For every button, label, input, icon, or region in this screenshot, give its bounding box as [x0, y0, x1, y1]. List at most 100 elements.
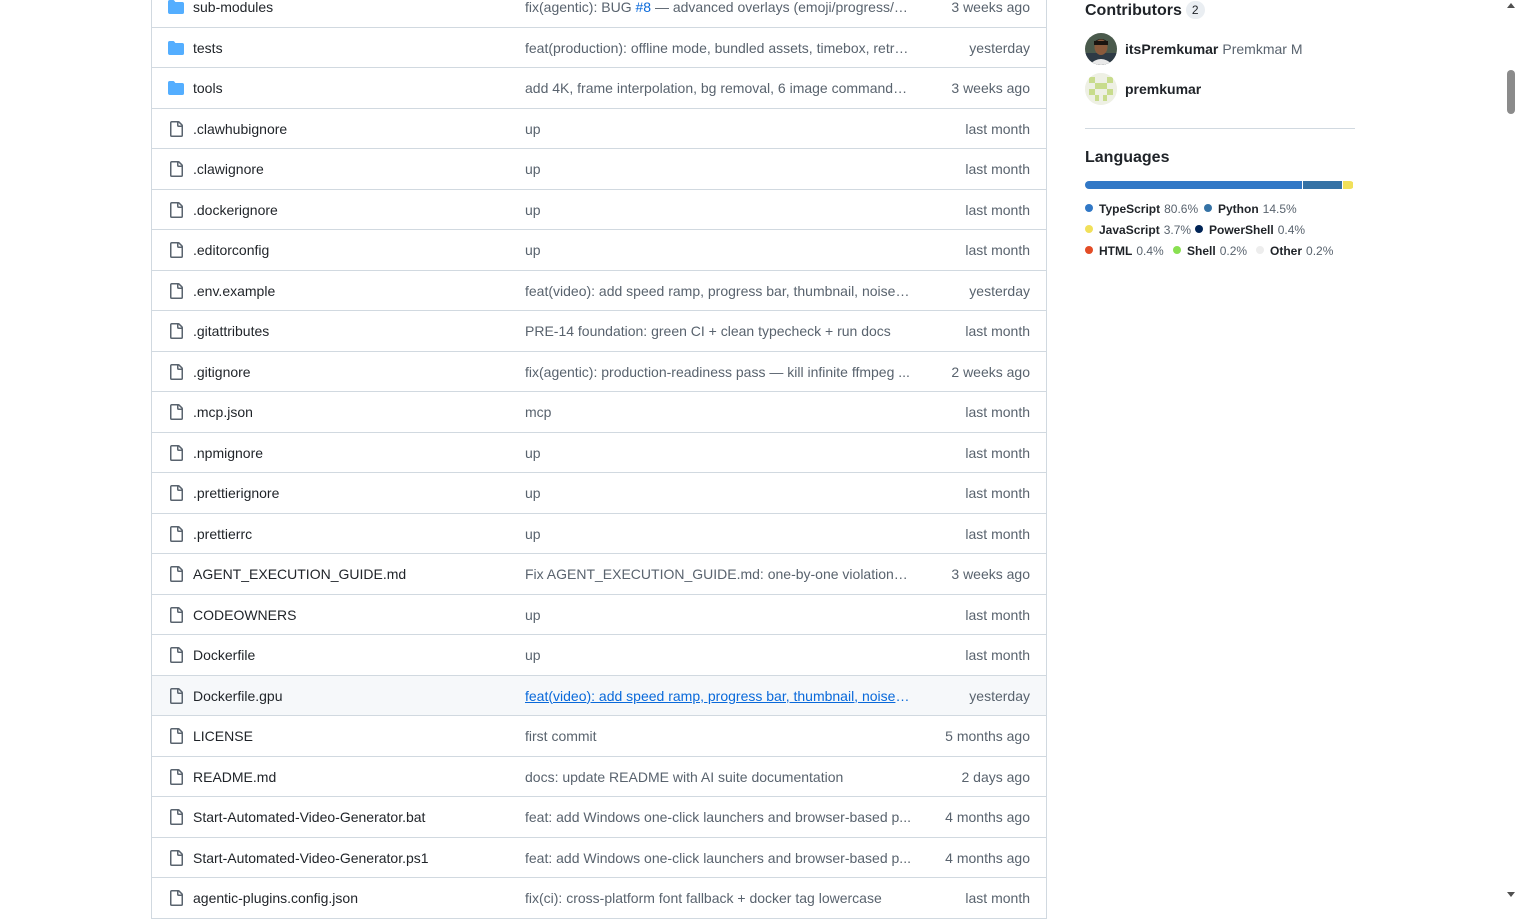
folder-name-link[interactable]: tests — [193, 40, 223, 56]
file-name-link[interactable]: .env.example — [193, 283, 275, 299]
table-row[interactable]: .clawhubignoreuplast month — [152, 109, 1046, 150]
file-name-link[interactable]: Start-Automated-Video-Generator.bat — [193, 809, 425, 825]
folder-icon — [168, 0, 184, 15]
table-row[interactable]: .prettierrcuplast month — [152, 514, 1046, 555]
language-item-shell[interactable]: Shell0.2% — [1173, 243, 1247, 259]
file-name-link[interactable]: .clawhubignore — [193, 121, 287, 137]
file-icon — [168, 323, 184, 339]
commit-message-link[interactable]: feat(video): add speed ramp, progress ba… — [525, 688, 911, 704]
language-bar-segment-typescript[interactable] — [1085, 181, 1302, 189]
commit-date: last month — [965, 404, 1030, 420]
file-icon — [168, 769, 184, 785]
commit-message-link[interactable]: up — [525, 485, 911, 501]
commit-message-link[interactable]: PRE-14 foundation: green CI + clean type… — [525, 323, 911, 339]
language-bar-segment-javascript[interactable] — [1343, 181, 1353, 189]
commit-message-link[interactable]: up — [525, 121, 911, 137]
file-name-link[interactable]: .clawignore — [193, 161, 264, 177]
scroll-thumb[interactable] — [1507, 70, 1515, 114]
scroll-down-arrow-icon[interactable] — [1507, 892, 1515, 897]
commit-message-link[interactable]: first commit — [525, 728, 911, 744]
table-row[interactable]: Dockerfile.gpu feat(video): add speed ram… — [152, 676, 1046, 717]
table-row[interactable]: LICENSEfirst commit5 months ago — [152, 716, 1046, 757]
contributors-heading[interactable]: Contributors2 — [1085, 1, 1205, 20]
commit-message-link[interactable]: up — [525, 242, 911, 258]
file-name-link[interactable]: .npmignore — [193, 445, 263, 461]
table-row[interactable]: .env.example feat(video): add speed ramp,… — [152, 271, 1046, 312]
file-name-link[interactable]: README.md — [193, 769, 276, 785]
contributor-login: premkumar — [1125, 81, 1201, 97]
language-item-other[interactable]: Other0.2% — [1256, 243, 1333, 259]
file-name-link[interactable]: .gitignore — [193, 364, 251, 380]
commit-message-link[interactable]: feat: add Windows one-click launchers an… — [525, 850, 911, 866]
language-item-python[interactable]: Python14.5% — [1204, 201, 1297, 217]
commit-message-link[interactable]: feat(video): add speed ramp, progress ba… — [525, 283, 911, 299]
commit-message-link[interactable]: fix(agentic): production-readiness pass … — [525, 364, 911, 380]
vertical-scrollbar[interactable] — [1503, 0, 1519, 902]
file-name-link[interactable]: .gitattributes — [193, 323, 269, 339]
issue-link[interactable]: #8 — [635, 0, 651, 15]
table-row[interactable]: README.md docs: update README with AI sui… — [152, 757, 1046, 798]
language-item-html[interactable]: HTML0.4% — [1085, 243, 1164, 259]
file-icon — [168, 728, 184, 744]
file-name-link[interactable]: .editorconfig — [193, 242, 269, 258]
commit-message-link[interactable]: up — [525, 647, 911, 663]
commit-message-link[interactable]: up — [525, 526, 911, 542]
table-row[interactable]: .dockerignoreuplast month — [152, 190, 1046, 231]
table-row[interactable]: .npmignoreuplast month — [152, 433, 1046, 474]
avatar[interactable] — [1085, 73, 1117, 105]
commit-message-link[interactable]: up — [525, 445, 911, 461]
table-row[interactable]: Dockerfileuplast month — [152, 635, 1046, 676]
commit-message-link[interactable]: mcp — [525, 404, 911, 420]
commit-message-link[interactable]: up — [525, 607, 911, 623]
file-icon — [168, 607, 184, 623]
file-name-link[interactable]: Start-Automated-Video-Generator.ps1 — [193, 850, 429, 866]
table-row[interactable]: sub-modules fix(agentic): BUG #8 — advanc… — [152, 0, 1046, 28]
commit-message-link[interactable]: feat(production): offline mode, bundled … — [525, 40, 911, 56]
file-name-link[interactable]: CODEOWNERS — [193, 607, 296, 623]
table-row[interactable]: .mcp.json mcp last month — [152, 392, 1046, 433]
table-row[interactable]: .gitattributes PRE-14 foundation: green C… — [152, 311, 1046, 352]
file-icon — [168, 161, 184, 177]
avatar[interactable] — [1085, 33, 1117, 65]
language-item-typescript[interactable]: TypeScript80.6% — [1085, 201, 1198, 217]
commit-message-link[interactable]: feat: add Windows one-click launchers an… — [525, 809, 911, 825]
file-name-link[interactable]: Dockerfile.gpu — [193, 688, 283, 704]
commit-date: 3 weeks ago — [951, 80, 1030, 96]
table-row[interactable]: .gitignore fix(agentic): production-readi… — [152, 352, 1046, 393]
table-row[interactable]: .clawignoreuplast month — [152, 149, 1046, 190]
file-name-link[interactable]: .dockerignore — [193, 202, 278, 218]
language-bar-segment-python[interactable] — [1303, 181, 1342, 189]
commit-date: 2 weeks ago — [951, 364, 1030, 380]
file-name-link[interactable]: AGENT_EXECUTION_GUIDE.md — [193, 566, 406, 582]
table-row[interactable]: agentic-plugins.config.json fix(ci): cros… — [152, 878, 1046, 919]
file-icon — [168, 283, 184, 299]
table-row[interactable]: CODEOWNERS up last month — [152, 595, 1046, 636]
commit-date: last month — [965, 607, 1030, 623]
commit-message-link[interactable]: up — [525, 202, 911, 218]
table-row[interactable]: .prettierignoreuplast month — [152, 473, 1046, 514]
file-name-link[interactable]: agentic-plugins.config.json — [193, 890, 358, 906]
table-row[interactable]: tools add 4K, frame interpolation, bg rem… — [152, 68, 1046, 109]
folder-name-link[interactable]: tools — [193, 80, 223, 96]
commit-message-link[interactable]: fix(ci): cross-platform font fallback + … — [525, 890, 911, 906]
file-name-link[interactable]: Dockerfile — [193, 647, 255, 663]
language-item-javascript[interactable]: JavaScript3.7% — [1085, 222, 1191, 238]
commit-message-link[interactable]: up — [525, 161, 911, 177]
file-name-link[interactable]: LICENSE — [193, 728, 253, 744]
table-row[interactable]: Start-Automated-Video-Generator.bat feat:… — [152, 797, 1046, 838]
scroll-up-arrow-icon[interactable] — [1507, 3, 1515, 8]
folder-name-link[interactable]: sub-modules — [193, 0, 273, 15]
commit-message-link[interactable]: add 4K, frame interpolation, bg removal,… — [525, 80, 911, 96]
commit-message-link[interactable]: fix(agentic): BUG #8 — advanced overlays… — [525, 0, 911, 15]
table-row[interactable]: .editorconfiguplast month — [152, 230, 1046, 271]
commit-message-link[interactable]: docs: update README with AI suite docume… — [525, 769, 911, 785]
table-row[interactable]: tests feat(production): offline mode, bun… — [152, 28, 1046, 69]
table-row[interactable]: Start-Automated-Video-Generator.ps1 feat:… — [152, 838, 1046, 879]
commit-date: 4 months ago — [945, 809, 1030, 825]
file-name-link[interactable]: .mcp.json — [193, 404, 253, 420]
commit-message-link[interactable]: Fix AGENT_EXECUTION_GUIDE.md: one-by-one… — [525, 566, 911, 582]
table-row[interactable]: AGENT_EXECUTION_GUIDE.md Fix AGENT_EXECUT… — [152, 554, 1046, 595]
file-name-link[interactable]: .prettierrc — [193, 526, 252, 542]
file-name-link[interactable]: .prettierignore — [193, 485, 279, 501]
language-item-powershell[interactable]: PowerShell0.4% — [1195, 222, 1305, 238]
